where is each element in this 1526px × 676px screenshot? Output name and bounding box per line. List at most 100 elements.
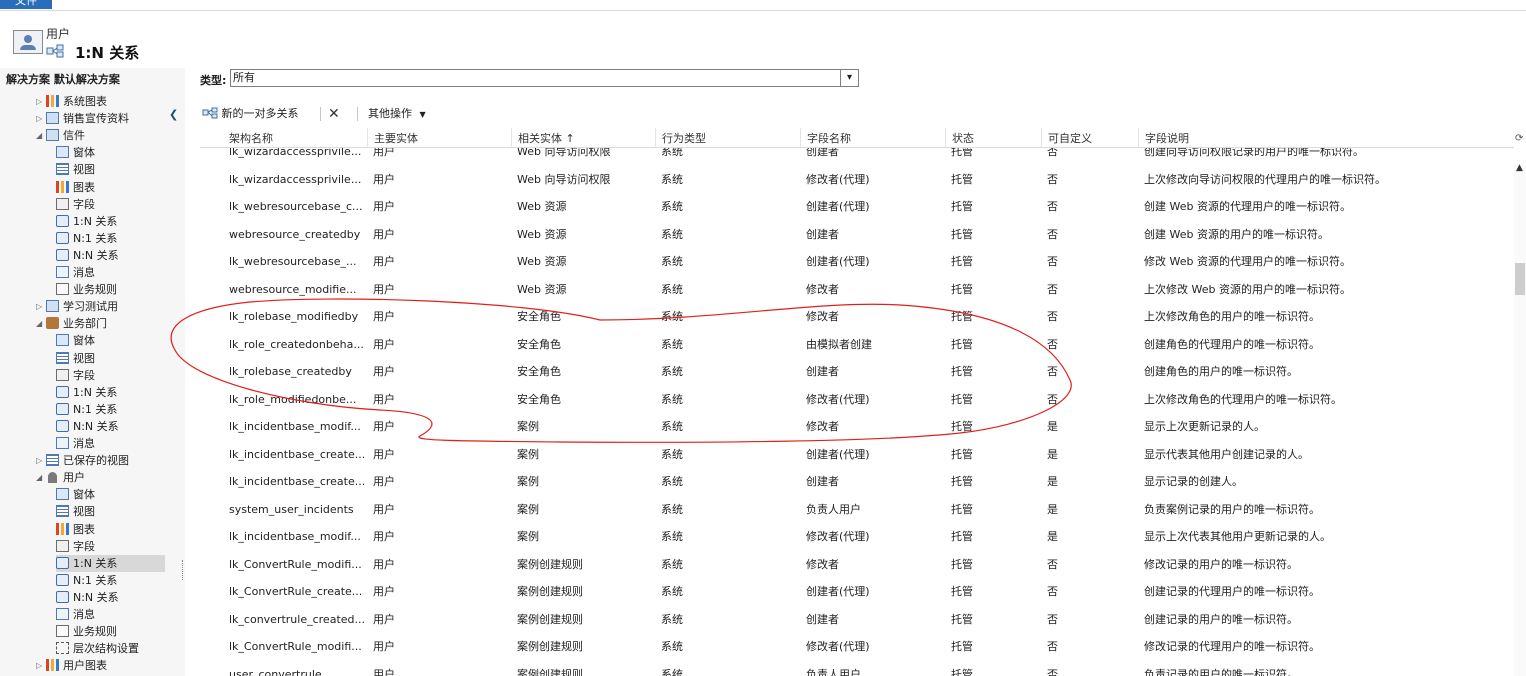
table-row[interactable]: system_user_incidents 用户 案例 系统 负责人用户 托管 是 负责案例记…: [200, 496, 1514, 524]
sidebar-item[interactable]: 窗体: [56, 486, 95, 503]
tree-scrollbar[interactable]: ❮: [165, 92, 183, 676]
sidebar-item[interactable]: ▷ 用户图表: [36, 657, 107, 674]
expand-arrow-icon[interactable]: ▷: [36, 110, 46, 127]
scrollbar-thumb[interactable]: [1515, 263, 1525, 295]
type-filter-select[interactable]: 所有 ▾: [230, 69, 859, 87]
field-icon: [56, 539, 69, 552]
table-cell: lk_role_modifiedonbe...: [229, 392, 357, 406]
table-row[interactable]: lk_ConvertRule_modifi... 用户 案例创建规则 系统 修改者(代理…: [200, 633, 1514, 661]
column-header[interactable]: 相关实体 ↑: [511, 128, 655, 147]
sidebar-item[interactable]: ▷ 学习测试用: [36, 298, 118, 315]
column-header[interactable]: 主要实体: [367, 128, 511, 147]
sidebar-item[interactable]: 窗体: [56, 144, 95, 161]
sidebar-item[interactable]: 1:N 关系: [56, 213, 117, 230]
file-tab[interactable]: 文件: [0, 0, 52, 9]
table-row[interactable]: lk_role_modifiedonbe... 用户 安全角色 系统 修改者(代理) 托管…: [200, 386, 1514, 414]
sidebar-item[interactable]: 1:N 关系: [56, 554, 165, 572]
sidebar-item[interactable]: ◢ 业务部门: [36, 315, 107, 332]
sidebar-item[interactable]: 图表: [56, 179, 95, 196]
table-row[interactable]: lk_incidentbase_modif... 用户 案例 系统 修改者 托管 是 显示上次…: [200, 413, 1514, 441]
table-cell: 否: [1047, 585, 1058, 598]
column-header[interactable]: 字段说明: [1138, 128, 1508, 147]
chevron-up-icon[interactable]: ❮: [169, 108, 178, 121]
table-row[interactable]: lk_rolebase_modifiedby 用户 安全角色 系统 修改者 托管 否 上次修改…: [200, 303, 1514, 331]
sidebar-item[interactable]: N:N 关系: [56, 247, 119, 264]
sidebar-item[interactable]: 视图: [56, 350, 95, 367]
table-row[interactable]: lk_incidentbase_create... 用户 案例 系统 创建者(代理) 托管…: [200, 441, 1514, 469]
collapse-arrow-icon[interactable]: ◢: [36, 469, 46, 486]
sidebar-item[interactable]: 业务规则: [56, 281, 117, 298]
column-header[interactable]: 架构名称: [223, 128, 367, 147]
sidebar-item[interactable]: 字段: [56, 196, 95, 213]
table-row[interactable]: lk_incidentbase_modif... 用户 案例 系统 修改者(代理) 托管 是…: [200, 523, 1514, 551]
expand-arrow-icon[interactable]: ▷: [36, 657, 46, 674]
sidebar-item[interactable]: ◢ 用户: [36, 469, 85, 486]
grid-vertical-scrollbar[interactable]: ▲: [1514, 163, 1526, 676]
table-cell: 否: [1047, 227, 1058, 241]
sidebar-item[interactable]: 1:N 关系: [56, 384, 117, 401]
sidebar-item[interactable]: ▷ 已保存的视图: [36, 452, 129, 469]
sidebar-item[interactable]: 视图: [56, 161, 95, 178]
table-row[interactable]: lk_convertrule_created... 用户 案例创建规则 系统 创建者 托管…: [200, 606, 1514, 634]
chevron-down-icon[interactable]: ▾: [840, 70, 858, 86]
sidebar-item[interactable]: ▷ 系统图表: [36, 93, 107, 110]
table-row[interactable]: webresource_createdby 用户 Web 资源 系统 创建者 托管 否 创建 …: [200, 221, 1514, 249]
sidebar-item[interactable]: 窗体: [56, 332, 95, 349]
table-cell: 创建记录的用户的唯一标识符。: [1144, 612, 1298, 626]
collapse-arrow-icon[interactable]: ◢: [36, 127, 46, 144]
table-row[interactable]: lk_ConvertRule_create... 用户 案例创建规则 系统 创建者(代理…: [200, 578, 1514, 606]
scroll-up-icon[interactable]: ▲: [1516, 163, 1523, 173]
sidebar-item[interactable]: 消息: [56, 264, 95, 281]
sidebar-item[interactable]: 消息: [56, 435, 95, 452]
table-cell: 托管: [951, 337, 973, 351]
business-rule-icon: [56, 625, 69, 638]
table-row[interactable]: lk_rolebase_createdby 用户 安全角色 系统 创建者 托管 否 创建角色的…: [200, 358, 1514, 386]
sidebar-item[interactable]: N:1 关系: [56, 572, 117, 589]
sidebar-item[interactable]: N:N 关系: [56, 589, 119, 606]
sidebar-item[interactable]: 消息: [56, 606, 95, 623]
sidebar-item[interactable]: ◢ 信件: [36, 127, 85, 144]
table-row[interactable]: lk_webresourcebase_... 用户 Web 资源 系统 创建者(代理) 托…: [200, 248, 1514, 276]
sidebar-item[interactable]: 图表: [56, 521, 95, 538]
table-row[interactable]: lk_wizardaccessprivile... 用户 Web 向导访问权限 系统 修…: [200, 166, 1514, 194]
table-cell: 系统: [661, 475, 683, 488]
more-actions-button[interactable]: 其他操作 ▼: [368, 104, 426, 124]
expand-arrow-icon[interactable]: ▷: [36, 298, 46, 315]
table-row[interactable]: webresource_modifie... 用户 Web 资源 系统 修改者 托管 否 上次…: [200, 276, 1514, 304]
delete-button[interactable]: ✕: [328, 104, 340, 124]
sidebar-item[interactable]: 业务规则: [56, 623, 117, 640]
table-row[interactable]: lk_wizardaccessprivile... 用户 Web 向导访问权限 系统 创…: [200, 148, 1514, 166]
column-header[interactable]: 状态: [945, 128, 1041, 147]
view-icon: [46, 454, 59, 467]
table-row[interactable]: user_convertrule 用户 案例创建规则 系统 负责人用户 托管 否 负责记录的用…: [200, 661, 1514, 676]
table-cell: 创建者: [806, 148, 839, 158]
column-header[interactable]: 可自定义: [1041, 128, 1138, 147]
sidebar-item[interactable]: N:1 关系: [56, 230, 117, 247]
sidebar-item[interactable]: 层次结构设置: [56, 640, 139, 657]
table-row[interactable]: lk_ConvertRule_modifi... 用户 案例创建规则 系统 修改者 托管 否…: [200, 551, 1514, 579]
table-row[interactable]: lk_role_createdonbeha... 用户 安全角色 系统 由模拟者创建 托管…: [200, 331, 1514, 359]
column-header[interactable]: 行为类型: [655, 128, 800, 147]
refresh-icon[interactable]: ⟳: [1515, 133, 1523, 144]
sidebar-item[interactable]: 视图: [56, 503, 95, 520]
table-cell: 用户: [373, 148, 395, 158]
table-row[interactable]: lk_webresourcebase_c... 用户 Web 资源 系统 创建者(代理)…: [200, 193, 1514, 221]
table-cell: 案例: [517, 420, 539, 433]
table-cell: 用户: [373, 475, 395, 488]
hierarchy-icon: [56, 642, 69, 655]
sidebar-item[interactable]: N:N 关系: [56, 418, 119, 435]
table-cell: Web 向导访问权限: [517, 148, 611, 158]
collapse-arrow-icon[interactable]: ◢: [36, 315, 46, 332]
sidebar-item[interactable]: 字段: [56, 538, 95, 555]
relationship-icon: [56, 419, 69, 432]
column-header[interactable]: 字段名称: [800, 128, 945, 147]
table-cell: 系统: [661, 612, 683, 626]
new-relationship-button[interactable]: 新的一对多关系: [202, 104, 299, 124]
sidebar-item[interactable]: N:1 关系: [56, 401, 117, 418]
sidebar-item[interactable]: 字段: [56, 367, 95, 384]
sidebar-item[interactable]: ▷ 销售宣传资料: [36, 110, 129, 127]
table-row[interactable]: lk_incidentbase_create... 用户 案例 系统 创建者 托管 是 显示记…: [200, 468, 1514, 496]
expand-arrow-icon[interactable]: ▷: [36, 93, 46, 110]
splitter-handle[interactable]: [182, 560, 186, 580]
expand-arrow-icon[interactable]: ▷: [36, 452, 46, 469]
